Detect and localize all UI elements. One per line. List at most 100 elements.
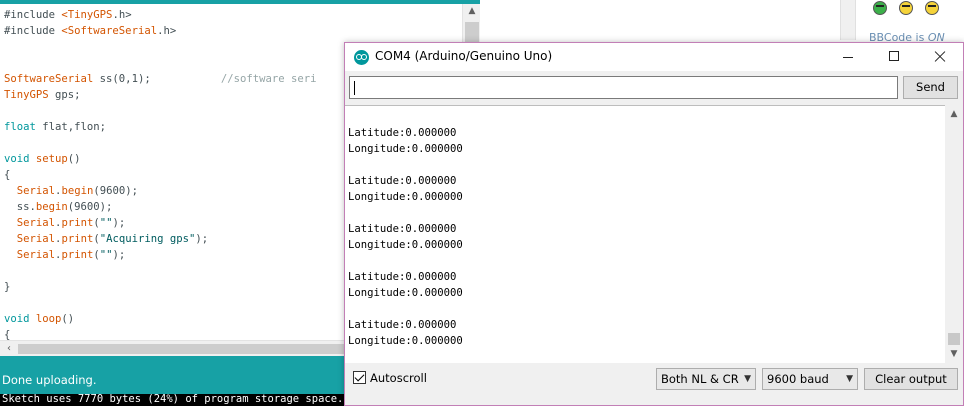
code-line[interactable]: { [4,167,10,183]
code-token: #include [4,25,62,37]
green-smiley-icon[interactable] [873,1,887,15]
code-token: void [4,313,30,325]
title-bar[interactable]: COM4 (Arduino/Genuino Uno) [345,43,963,71]
code-line[interactable]: #include <SoftwareSerial.h> [4,23,176,39]
code-line[interactable]: TinyGPS gps; [4,87,81,103]
chevron-down-icon: ▼ [744,374,751,384]
code-token: } [4,281,11,293]
baud-rate-select[interactable]: 9600 baud ▼ [762,368,858,390]
output-scroll-thumb[interactable] [948,333,960,345]
code-token: print [61,217,94,229]
code-token: ); [112,217,126,229]
code-token: begin [35,201,68,213]
scroll-up-arrow-icon[interactable]: ▲ [463,4,481,18]
serial-bottom-bar: Autoscroll Both NL & CR ▼ 9600 baud ▼ Cl… [345,363,963,405]
code-token: Serial [16,185,56,197]
code-token: Serial [16,233,56,245]
scroll-left-arrow-icon[interactable]: ‹ [2,341,16,357]
code-token: "" [99,249,113,261]
code-token: .h> [157,25,177,37]
code-token: float [4,121,36,133]
baud-rate-value: 9600 baud [767,372,829,386]
serial-output-line: Longitude:0.000000 [348,239,463,251]
code-token: TinyGPS [4,89,49,101]
close-button[interactable] [917,43,963,71]
serial-output-line: Longitude:0.000000 [348,191,463,203]
code-token: loop [35,313,62,325]
code-token: { [4,329,11,340]
minimize-icon [843,57,853,58]
serial-output-line: Longitude:0.000000 [348,287,463,299]
scroll-down-arrow-icon[interactable]: ▼ [945,347,963,361]
serial-output-line: Longitude:0.000000 [348,335,463,347]
code-line[interactable]: SoftwareSerial ss(0,1); //software seri [4,71,317,87]
nerd-smiley-icon[interactable] [925,1,939,15]
maximize-icon [889,51,899,61]
scroll-up-arrow-icon[interactable]: ▲ [945,107,963,121]
code-token: void [4,153,30,165]
code-token: SoftwareSerial [4,73,94,85]
upload-status-text: Done uploading. [2,373,97,387]
code-token: #include [4,9,62,21]
send-button[interactable]: Send [903,76,958,99]
code-token: print [61,249,94,261]
code-token: "Acquiring gps" [99,233,196,245]
code-line[interactable]: #include <TinyGPS.h> [4,7,132,23]
code-line[interactable]: } [4,279,10,295]
code-line[interactable]: void loop() [4,311,74,327]
code-token: <SoftwareSerial [61,25,158,37]
output-vertical-scrollbar[interactable]: ▲ ▼ [945,105,963,363]
serial-output-line: Latitude:0.000000 [348,223,457,235]
code-line[interactable]: Serial.begin(9600); [4,183,138,199]
code-token: setup [35,153,68,165]
autoscroll-checkbox[interactable] [353,371,366,384]
code-line[interactable]: float flat,flon; [4,119,106,135]
code-token: begin [61,185,94,197]
code-line[interactable]: Serial.print(""); [4,247,125,263]
line-ending-value: Both NL & CR [661,372,739,386]
serial-output-line: Latitude:0.000000 [348,319,457,331]
code-token: Serial [16,217,56,229]
code-token: ss(0,1); [93,73,221,85]
code-line[interactable]: ss.begin(9600); [4,199,113,215]
clear-output-button[interactable]: Clear output [864,368,958,390]
forum-scrollbar[interactable] [840,0,856,40]
code-token: //software seri [220,73,317,85]
maximize-button[interactable] [871,43,917,71]
minimize-button[interactable] [825,43,871,71]
code-token: "" [99,217,113,229]
serial-output-line: Longitude:0.000000 [348,143,463,155]
code-token: <TinyGPS [61,9,113,21]
autoscroll-label[interactable]: Autoscroll [370,371,427,385]
window-title: COM4 (Arduino/Genuino Uno) [375,49,553,63]
chevron-down-icon: ▼ [846,374,853,384]
code-token: Serial [16,249,56,261]
code-token: ); [195,233,209,245]
serial-output-area[interactable]: Latitude:0.000000 Longitude:0.000000 Latit… [345,105,945,363]
line-ending-select[interactable]: Both NL & CR ▼ [656,368,756,390]
serial-output-line: Latitude:0.000000 [348,127,457,139]
code-token: print [61,233,94,245]
serial-output-line: Latitude:0.000000 [348,271,457,283]
code-line[interactable]: Serial.print(""); [4,215,125,231]
serial-send-input[interactable] [349,76,898,99]
text-caret [354,81,355,95]
code-token: ); [112,249,126,261]
code-token: ss. [4,201,36,213]
code-token: (9600); [93,185,138,197]
code-token: .h> [112,9,132,21]
code-line[interactable]: { [4,327,10,340]
code-token: { [4,169,11,181]
serial-output-line: Latitude:0.000000 [348,175,457,187]
code-token: () [67,153,81,165]
code-token: flat,flon; [35,121,107,133]
code-token: gps; [48,89,81,101]
code-line[interactable]: Serial.print("Acquiring gps"); [4,231,208,247]
code-line[interactable]: void setup() [4,151,81,167]
serial-monitor-window: COM4 (Arduino/Genuino Uno) Send Latitude… [344,42,964,406]
glasses-smiley-icon[interactable] [899,1,913,15]
